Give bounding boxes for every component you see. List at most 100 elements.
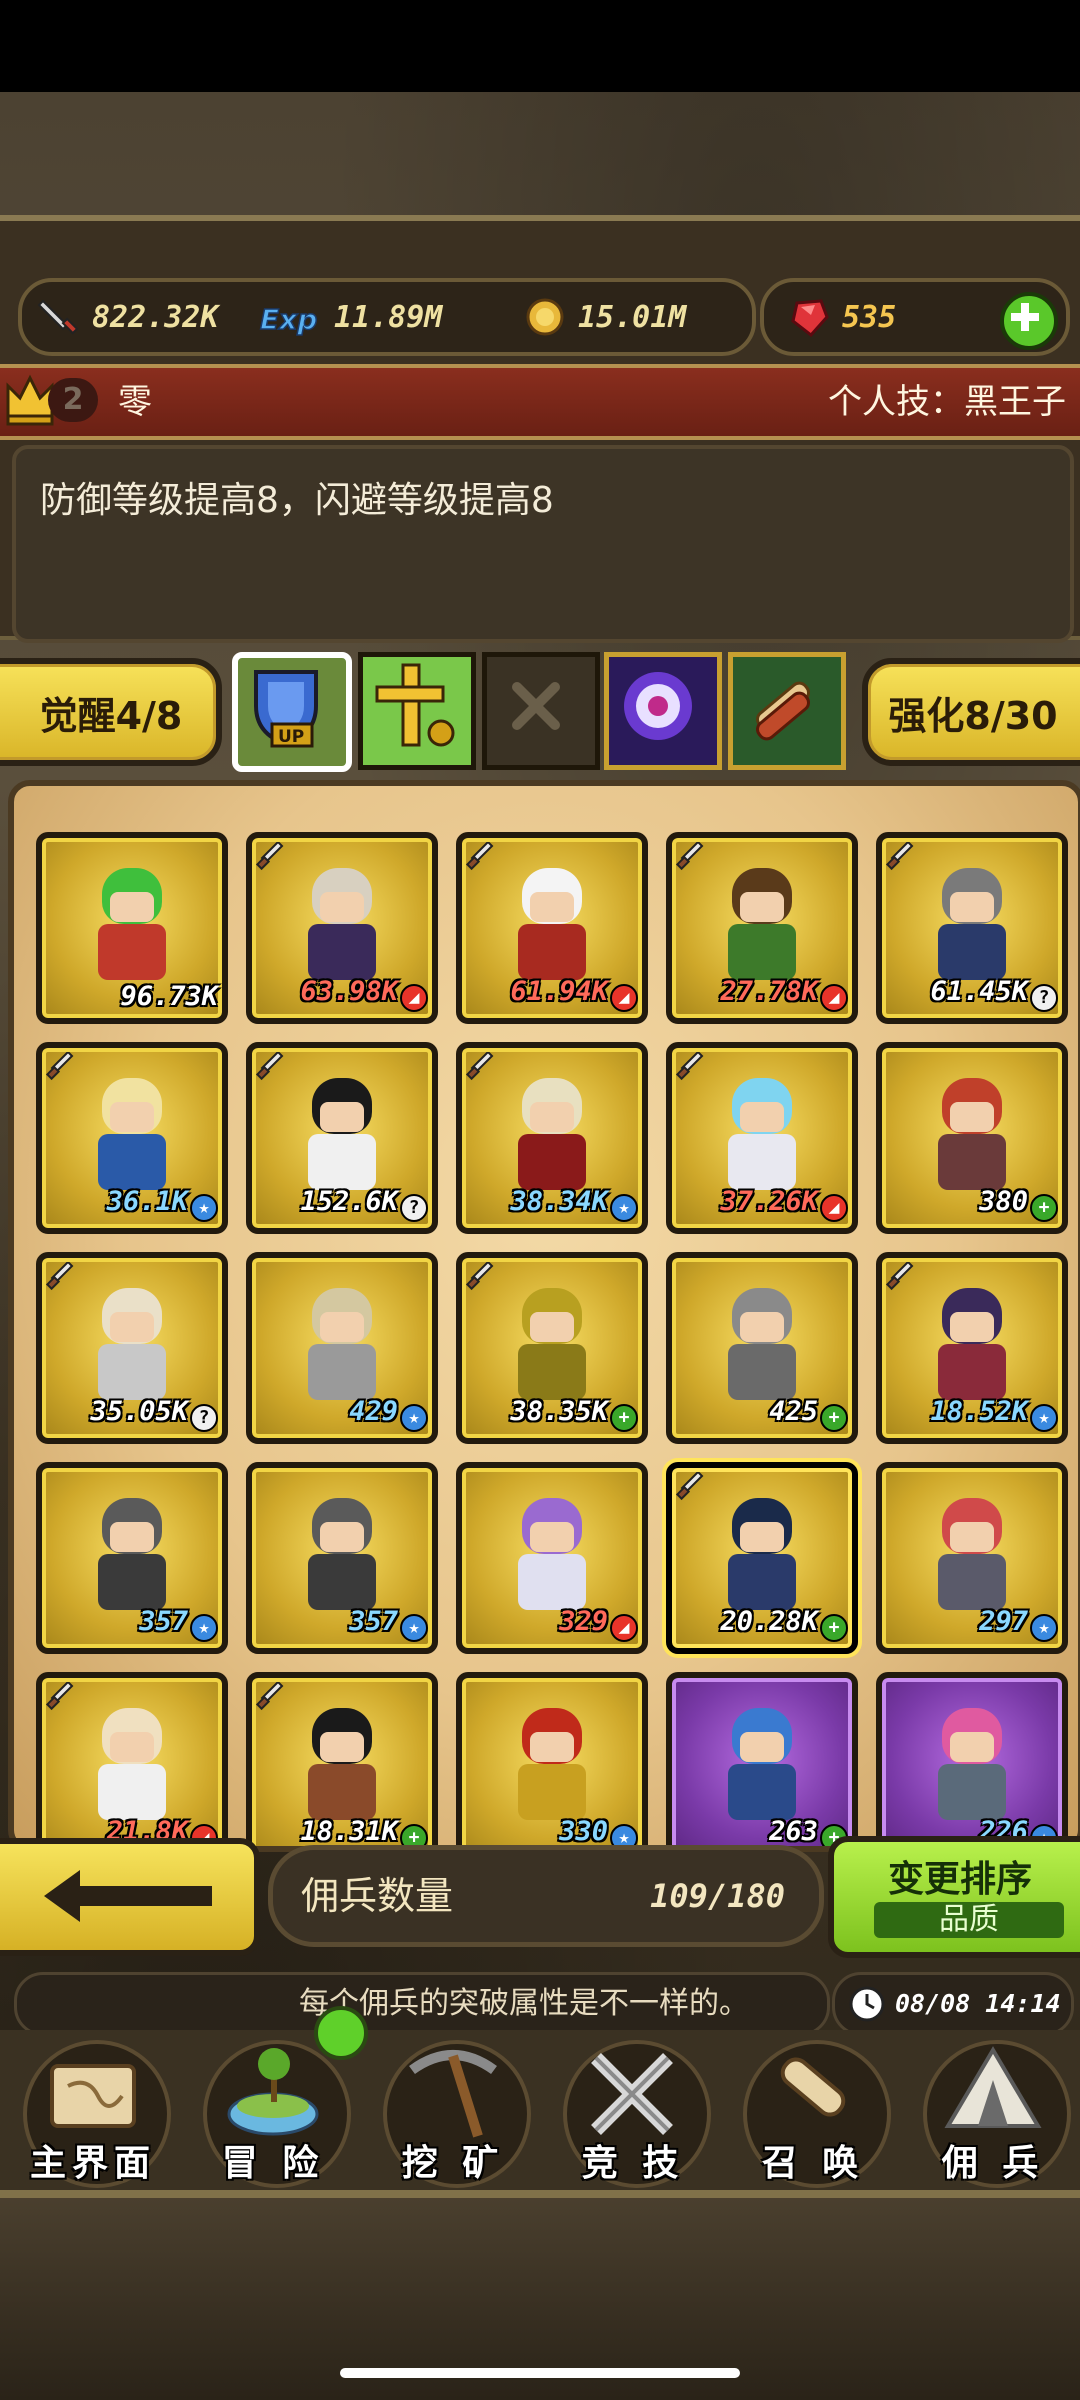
mercenary-card[interactable]: 263 + bbox=[666, 1672, 858, 1847]
skill-slot-defense[interactable]: UP bbox=[232, 652, 352, 772]
star-badge-icon: ★ bbox=[190, 1194, 218, 1222]
power-value: 35.05K bbox=[90, 1396, 188, 1427]
exp-icon: Exp bbox=[254, 294, 324, 340]
hero-level: 2 bbox=[48, 378, 98, 422]
equipped-sword-icon bbox=[46, 1682, 74, 1711]
plus-badge-icon: + bbox=[610, 1404, 638, 1432]
hero-sprite bbox=[84, 1498, 180, 1610]
mercenary-card[interactable]: 330 ★ bbox=[456, 1672, 648, 1847]
mercenary-card[interactable]: 61.45K? bbox=[876, 832, 1068, 1024]
gem-value: 535 bbox=[842, 299, 897, 335]
svg-text:UP: UP bbox=[278, 727, 304, 747]
mercenary-card[interactable]: 37.26K ◢ bbox=[666, 1042, 858, 1234]
hero-sprite bbox=[84, 868, 180, 980]
mercenary-card[interactable]: 63.98K ◢ bbox=[246, 832, 438, 1024]
power-value: 96.73K bbox=[120, 981, 218, 1012]
mercenary-card[interactable]: 152.6K? bbox=[246, 1042, 438, 1234]
power-value: 330 bbox=[559, 1816, 608, 1847]
home-indicator[interactable] bbox=[340, 2368, 740, 2378]
power-value: 61.45K bbox=[930, 976, 1028, 1007]
empty-x-icon bbox=[512, 682, 560, 730]
mercenary-card[interactable]: 61.94K ◢ bbox=[456, 832, 648, 1024]
power-value: 425 bbox=[769, 1396, 818, 1427]
mercenary-count-bar: 佣兵数量 109/180 bbox=[268, 1845, 824, 1947]
nav-mining[interactable]: 挖 矿 bbox=[368, 2030, 538, 2190]
skill-slot-scroll[interactable] bbox=[728, 652, 846, 770]
power-value: 61.94K bbox=[510, 976, 608, 1007]
power-value: 18.31K bbox=[300, 1816, 398, 1847]
enhance-button[interactable]: 强化8/30 bbox=[862, 658, 1080, 766]
ruby-icon bbox=[786, 294, 832, 340]
clock-bar: 08/08 14:14 bbox=[832, 1972, 1074, 2036]
mercenary-card[interactable]: 20.28K + bbox=[666, 1462, 858, 1654]
equipped-sword-icon bbox=[466, 842, 494, 871]
sort-mode: 品质 bbox=[874, 1902, 1064, 1938]
mercenary-card[interactable]: 18.52K ★ bbox=[876, 1252, 1068, 1444]
gem-bar: 535 bbox=[760, 278, 1070, 356]
hero-sprite bbox=[924, 868, 1020, 980]
hero-sprite bbox=[924, 1288, 1020, 1400]
nav-home-label: 主界面 bbox=[29, 2143, 156, 2184]
nav-summon[interactable]: 召 唤 bbox=[728, 2030, 898, 2190]
power-value: 263 bbox=[769, 1816, 818, 1847]
q-badge-icon: ? bbox=[1030, 984, 1058, 1012]
back-button[interactable] bbox=[0, 1838, 260, 1956]
awaken-label: 觉醒4/8 bbox=[39, 693, 183, 738]
mercenary-card[interactable]: 21.8K◢ bbox=[36, 1672, 228, 1846]
nav-home[interactable]: 主界面 bbox=[8, 2030, 178, 2190]
add-gem-button[interactable] bbox=[1000, 292, 1058, 350]
mercenary-card[interactable]: 357 ★ bbox=[246, 1462, 438, 1654]
resource-bar: 822.32K Exp 11.89M 15.01M bbox=[18, 278, 756, 356]
plus-badge-icon: + bbox=[820, 1404, 848, 1432]
mercenary-card[interactable]: 38.35K + bbox=[456, 1252, 648, 1444]
mercenary-card[interactable]: 380 + bbox=[876, 1042, 1068, 1234]
nav-arena[interactable]: 竞 技 bbox=[548, 2030, 718, 2190]
mercenary-card[interactable]: 425 + bbox=[666, 1252, 858, 1444]
power-value: 380 bbox=[979, 1186, 1028, 1217]
equipped-sword-icon bbox=[466, 1262, 494, 1291]
skill-slot-eye[interactable] bbox=[604, 652, 722, 770]
power-value: 38.35K bbox=[510, 1396, 608, 1427]
sort-title: 变更排序 bbox=[887, 1859, 1032, 1900]
awaken-button[interactable]: 觉醒4/8 bbox=[0, 658, 222, 766]
mercenary-power: 35.05K? bbox=[46, 1396, 218, 1432]
mercenary-card[interactable]: 35.05K? bbox=[36, 1252, 228, 1444]
equipped-sword-icon bbox=[256, 842, 284, 871]
mercenary-card[interactable]: 36.1K ★ bbox=[36, 1042, 228, 1234]
power-value: 18.52K bbox=[930, 1396, 1028, 1427]
hero-sprite bbox=[84, 1708, 180, 1820]
mercenary-power: 27.78K ◢ bbox=[676, 976, 848, 1012]
mercenary-card[interactable]: 329 ◢ bbox=[456, 1462, 648, 1654]
plus-badge-icon: + bbox=[820, 1614, 848, 1642]
mercenary-card[interactable]: 96.73K bbox=[36, 832, 228, 1024]
mercenary-card[interactable]: 38.34K ★ bbox=[456, 1042, 648, 1234]
mercenary-card[interactable]: 429 ★ bbox=[246, 1252, 438, 1444]
star-badge-icon: ★ bbox=[400, 1404, 428, 1432]
mercenary-card[interactable]: 226★ bbox=[876, 1672, 1068, 1846]
mercenary-power: 96.73K bbox=[46, 981, 218, 1012]
mercenary-power: 380 + bbox=[886, 1186, 1058, 1222]
attack-value: 822.32K bbox=[92, 299, 219, 335]
mercenary-card[interactable]: 18.31K + bbox=[246, 1672, 438, 1847]
red-badge-icon: ◢ bbox=[610, 1614, 638, 1642]
star-badge-icon: ★ bbox=[190, 1614, 218, 1642]
mercenary-card[interactable]: 297 ★ bbox=[876, 1462, 1068, 1654]
mercenary-power: 297 ★ bbox=[886, 1606, 1058, 1642]
nav-mercenary[interactable]: 佣 兵 bbox=[908, 2030, 1078, 2190]
skill-slot-ally[interactable] bbox=[358, 652, 476, 770]
mercenary-power: 37.26K ◢ bbox=[676, 1186, 848, 1222]
hero-sprite bbox=[924, 1498, 1020, 1610]
equipped-sword-icon bbox=[46, 1262, 74, 1291]
gold-icon bbox=[522, 294, 568, 340]
mercenary-card[interactable]: 357 ★ bbox=[36, 1462, 228, 1654]
mercenary-power: 20.28K + bbox=[676, 1606, 848, 1642]
mercenary-power: 63.98K ◢ bbox=[256, 976, 428, 1012]
skill-slot-empty[interactable] bbox=[482, 652, 600, 770]
mercenary-power: 38.34K ★ bbox=[466, 1186, 638, 1222]
power-value: 297 bbox=[979, 1606, 1028, 1637]
hero-sprite bbox=[84, 1078, 180, 1190]
adventure-notification-dot bbox=[314, 2006, 368, 2060]
sort-button[interactable]: 变更排序 品质 bbox=[828, 1836, 1080, 1958]
mercenary-card[interactable]: 27.78K ◢ bbox=[666, 832, 858, 1024]
nav-adventure-label: 冒 险 bbox=[221, 2143, 325, 2184]
